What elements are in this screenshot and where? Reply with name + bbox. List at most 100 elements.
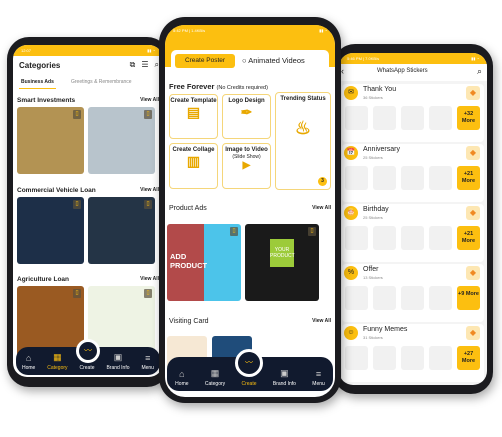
more-stickers-button[interactable]: +21 More (457, 226, 480, 250)
sticker-thumb[interactable] (345, 166, 368, 190)
sticker-category-1[interactable]: 📅 Anniversary 25 Stickers ◆ +21 More (342, 144, 484, 202)
nav-menu[interactable]: ≡ Menu (312, 369, 325, 387)
sticker-thumb[interactable] (345, 106, 368, 130)
nav-label: Menu (312, 381, 325, 387)
create-collage-tile[interactable]: Create Collage ▥ (169, 143, 218, 189)
sticker-thumb[interactable] (401, 166, 424, 190)
bookmark-icon[interactable]: ▯ (73, 289, 81, 298)
category-name: Funny Memes (363, 326, 408, 333)
sticker-thumb[interactable] (345, 346, 368, 370)
nav-label: Category (204, 381, 226, 387)
sticker-thumb[interactable] (401, 286, 424, 310)
sticker-count: 25 Stickers (363, 215, 383, 220)
sticker-category-3[interactable]: % Offer 13 Stickers ◆ +9 More (342, 264, 484, 322)
bookmark-icon[interactable]: ▯ (144, 289, 152, 298)
header-icons: ⧉ ☰ ⌕ (130, 60, 159, 70)
sticker-thumb[interactable] (429, 286, 452, 310)
template-card[interactable]: ▯ (17, 197, 84, 264)
create-fab[interactable]: 〰 (76, 339, 100, 363)
section-title: Smart Investments (17, 97, 76, 104)
view-all-link[interactable]: View All (140, 97, 159, 104)
section-title: Visiting Card (169, 318, 209, 325)
create-poster-button[interactable]: Create Poster (175, 54, 235, 68)
sticker-thumb[interactable] (401, 346, 424, 370)
premium-diamond-icon[interactable]: ◆ (466, 326, 480, 340)
template-card[interactable]: ▯ (17, 286, 84, 356)
sticker-thumb[interactable] (345, 286, 368, 310)
create-template-tile[interactable]: Create Template ▤ (169, 94, 218, 139)
sticker-thumb[interactable] (429, 346, 452, 370)
template-card[interactable]: ▯ YOUR PRODUCT (245, 224, 319, 301)
template-card[interactable]: ▯ (17, 107, 84, 174)
nav-menu[interactable]: ≡ Menu (141, 353, 154, 371)
more-stickers-button[interactable]: +27 More (457, 346, 480, 370)
category-icon: ▦ (210, 368, 220, 378)
bookmark-icon[interactable]: ▯ (230, 227, 238, 236)
image-to-video-tile[interactable]: Image to Video (Slide Show) ▶ (222, 143, 271, 189)
filter-icon[interactable]: ☰ (141, 60, 148, 70)
more-stickers-button[interactable]: +32 More (457, 106, 480, 130)
logo-design-tile[interactable]: Logo Design ✒ (222, 94, 271, 139)
template-card[interactable]: ▯ ADD PRODUCT (167, 224, 241, 301)
sticker-thumb[interactable] (429, 166, 452, 190)
sticker-category-0[interactable]: ✉ Thank You 36 Stickers ◆ +32 More (342, 84, 484, 142)
home-icon: ⌂ (179, 369, 185, 379)
nav-home[interactable]: ⌂ Home (22, 353, 35, 371)
nav-category[interactable]: ▦ Category (47, 352, 67, 371)
sticker-thumb[interactable] (373, 286, 396, 310)
more-stickers-button[interactable]: +9 More (457, 286, 480, 310)
category-icon: ✉ (344, 86, 358, 100)
nav-label: Home (175, 381, 189, 387)
sticker-thumb[interactable] (401, 226, 424, 250)
bookmark-icon[interactable]: ▯ (73, 110, 81, 119)
tab-greetings[interactable]: Greetings & Remembrance (71, 79, 132, 85)
nav-home[interactable]: ⌂ Home (175, 369, 188, 387)
nav-label: Create (79, 365, 95, 371)
video-icon: ▶ (242, 160, 251, 171)
view-all-link[interactable]: View All (312, 318, 331, 325)
back-icon[interactable]: ‹ (341, 66, 344, 76)
more-stickers-button[interactable]: +21 More (457, 166, 480, 190)
create-fab[interactable]: 〰 (235, 349, 263, 377)
card-text: ADD PRODUCT (170, 252, 208, 270)
sticker-thumb[interactable] (429, 106, 452, 130)
sticker-thumb[interactable] (429, 226, 452, 250)
menu-icon: ≡ (315, 369, 322, 379)
view-all-link[interactable]: View All (140, 187, 159, 194)
bookmark-icon[interactable]: ▯ (144, 200, 152, 209)
section-title: Commercial Vehicle Loan (17, 187, 96, 194)
category-icon: 📅 (344, 146, 358, 160)
sticker-thumb[interactable] (373, 226, 396, 250)
nav-brand-info[interactable]: ▣ Brand Info (273, 368, 296, 387)
premium-diamond-icon[interactable]: ◆ (466, 146, 480, 160)
page-title: WhatsApp Stickers (377, 68, 428, 74)
view-all-link[interactable]: View All (312, 205, 331, 212)
premium-diamond-icon[interactable]: ◆ (466, 266, 480, 280)
flame-icon: ♨ (294, 118, 312, 138)
sticker-thumb[interactable] (373, 166, 396, 190)
category-icon: ☺ (344, 326, 358, 340)
premium-diamond-icon[interactable]: ◆ (466, 86, 480, 100)
bookmark-icon[interactable]: ▯ (144, 110, 152, 119)
template-card[interactable]: ▯ (88, 197, 155, 264)
sticker-category-4[interactable]: ☺ Funny Memes 31 Stickers ◆ +27 More (342, 324, 484, 382)
sticker-thumb[interactable] (373, 106, 396, 130)
animated-videos-button[interactable]: ○ Animated Videos (242, 56, 305, 65)
sticker-thumb[interactable] (345, 226, 368, 250)
nav-category[interactable]: ▦ Category (205, 368, 225, 387)
bookmark-icon[interactable]: ▯ (73, 200, 81, 209)
search-icon[interactable]: ⌕ (477, 66, 482, 77)
briefcase-icon: ▣ (113, 352, 123, 362)
premium-diamond-icon[interactable]: ◆ (466, 206, 480, 220)
trending-status-tile[interactable]: Trending Status ♨ 3 (275, 92, 331, 190)
sticker-thumb[interactable] (373, 346, 396, 370)
bookmark-icon[interactable]: ▯ (308, 227, 316, 236)
sticker-category-2[interactable]: 🎂 Birthday 25 Stickers ◆ +21 More (342, 204, 484, 262)
sticker-count: 31 Stickers (363, 335, 383, 340)
view-all-link[interactable]: View All (140, 276, 159, 283)
sticker-thumb[interactable] (401, 106, 424, 130)
template-card[interactable]: ▯ (88, 107, 155, 174)
nav-brand-info[interactable]: ▣ Brand Info (106, 352, 129, 371)
translate-icon[interactable]: ⧉ (130, 60, 136, 70)
tab-business-ads[interactable]: Business Ads (19, 79, 56, 89)
